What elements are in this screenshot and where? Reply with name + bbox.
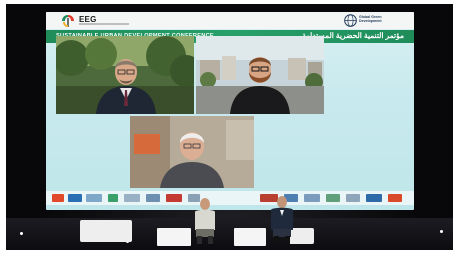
speaker-1-video [56,36,194,114]
logo-subtitle-line [79,23,129,25]
video-tile-speaker-1 [56,36,194,114]
eeg-logo-icon [62,15,74,27]
sponsor-logo [146,194,160,202]
sponsor-logo-strip [46,191,414,205]
screen-header: EEG Global Green Development [46,12,414,29]
sponsor-logo [108,194,118,202]
stage-side-table [234,228,266,246]
video-tile-speaker-3 [130,116,254,188]
sponsor-logo [388,194,402,202]
sponsor-logo [52,194,64,202]
sponsor-logo [68,194,82,202]
stage-light-dot [20,232,23,235]
sponsor-logo [124,194,140,202]
video-tile-speaker-2 [196,36,324,114]
sponsor-logo [304,194,320,202]
partner-logo-text: Global Green Development [359,15,382,23]
stage-side-table [157,228,191,246]
panelist-left [195,198,215,244]
sponsor-logo [166,194,182,202]
stage-sofa [80,220,132,242]
photo-frame: EEG Global Green Development SUSTAINABLE… [6,4,453,250]
speaker-2-video [196,36,324,114]
sponsor-logo [86,194,102,202]
partner-logo: Global Green Development [344,14,398,27]
stage-light-dot [440,230,443,233]
sponsor-logo [346,194,360,202]
sponsor-logo [366,194,382,202]
speaker-3-video [130,116,254,188]
panelist-right [271,196,293,244]
sponsor-logo [326,194,340,202]
stage-floor [6,218,453,250]
globe-icon [344,14,357,27]
